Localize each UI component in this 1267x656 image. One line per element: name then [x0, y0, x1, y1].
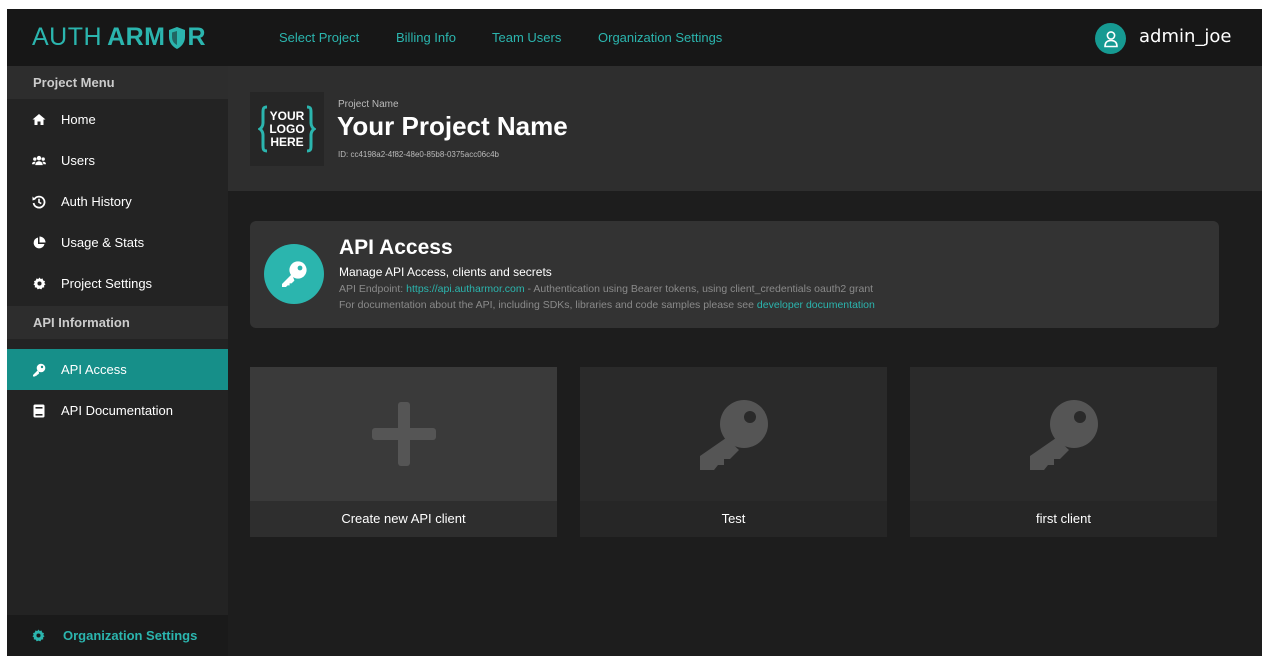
sidebar-item-usage-stats[interactable]: Usage & Stats — [7, 222, 228, 263]
sidebar-item-label: Users — [61, 153, 95, 168]
plus-icon — [371, 402, 436, 466]
client-card-art — [580, 367, 887, 501]
sidebar-item-project-settings[interactable]: Project Settings — [7, 263, 228, 304]
top-navigation-bar: AUTH ARM R Select Project Billing Info Te… — [7, 9, 1262, 66]
logo-line-2: LOGO — [269, 122, 304, 136]
client-card-label: Test — [580, 501, 887, 537]
api-client-card-test[interactable]: Test — [580, 367, 887, 537]
sidebar-item-label: Auth History — [61, 194, 132, 209]
api-access-title: API Access — [339, 236, 453, 259]
api-client-card-first-client[interactable]: first client — [910, 367, 1217, 537]
sidebar-item-label: Home — [61, 112, 96, 127]
sidebar-item-home[interactable]: Home — [7, 99, 228, 140]
history-icon — [32, 195, 46, 209]
client-card-art — [910, 367, 1217, 501]
nav-billing-info[interactable]: Billing Info — [396, 30, 456, 45]
sidebar: Project Menu Home Users Auth History Usa… — [7, 66, 228, 656]
auth-armor-logo[interactable]: AUTH ARM R — [32, 22, 206, 52]
user-avatar[interactable] — [1095, 23, 1126, 54]
api-access-subtitle: Manage API Access, clients and secrets — [339, 265, 552, 279]
key-icon — [282, 261, 307, 287]
api-access-badge — [264, 244, 324, 304]
sidebar-item-label: API Documentation — [61, 403, 174, 418]
sidebar-item-api-access[interactable]: API Access — [7, 349, 228, 390]
users-icon — [32, 154, 46, 168]
book-icon — [32, 404, 46, 418]
sidebar-item-api-documentation[interactable]: API Documentation — [7, 390, 228, 431]
api-endpoint-description: - Authentication using Bearer tokens, us… — [527, 283, 874, 295]
client-card-art — [250, 367, 557, 501]
nav-select-project[interactable]: Select Project — [279, 30, 359, 45]
key-icon — [1029, 400, 1098, 470]
logo-text-auth: AUTH — [32, 22, 103, 51]
project-title: Your Project Name — [337, 111, 568, 141]
developer-documentation-link[interactable]: developer documentation — [757, 299, 875, 311]
logo-text-armor: ARM R — [107, 22, 207, 51]
api-endpoint-prefix: API Endpoint: — [339, 283, 404, 295]
nav-team-users[interactable]: Team Users — [492, 30, 561, 45]
project-id: ID: cc4198a2-4f82-48e0-85b8-0375acc06c4b — [338, 150, 500, 159]
app-window: AUTH ARM R Select Project Billing Info Te… — [7, 9, 1262, 656]
sidebar-item-label: Project Settings — [61, 276, 153, 291]
api-endpoint-line: API Endpoint: https://api.autharmor.com … — [339, 283, 873, 295]
sidebar-header-api-information: API Information — [7, 306, 228, 339]
gear-icon — [32, 277, 46, 291]
home-icon — [32, 113, 46, 127]
nav-organization-settings[interactable]: Organization Settings — [598, 30, 722, 45]
client-card-label: Create new API client — [250, 501, 557, 537]
project-header: YOUR LOGO HERE Project Name Your Project… — [228, 66, 1262, 191]
shield-icon — [168, 26, 185, 49]
user-name[interactable]: admin_joe — [1139, 26, 1232, 47]
gear-icon — [32, 629, 46, 643]
logo-line-3: HERE — [270, 135, 303, 149]
key-icon — [699, 400, 768, 470]
user-icon — [1103, 30, 1118, 47]
sidebar-item-auth-history[interactable]: Auth History — [7, 181, 228, 222]
logo-placeholder-image: YOUR LOGO HERE — [258, 105, 316, 153]
sidebar-item-organization-settings[interactable]: Organization Settings — [7, 615, 228, 656]
project-name-label: Project Name — [338, 99, 399, 110]
sidebar-item-label: API Access — [61, 362, 127, 377]
api-documentation-line: For documentation about the API, includi… — [339, 299, 875, 311]
sidebar-header-project-menu: Project Menu — [7, 66, 228, 99]
api-access-card: API Access Manage API Access, clients an… — [250, 221, 1219, 328]
sidebar-item-users[interactable]: Users — [7, 140, 228, 181]
key-icon — [32, 363, 46, 377]
sidebar-item-label: Usage & Stats — [61, 235, 145, 250]
api-endpoint-link[interactable]: https://api.autharmor.com — [406, 283, 524, 295]
api-doc-prefix: For documentation about the API, includi… — [339, 299, 754, 311]
logo-line-1: YOUR — [270, 109, 305, 123]
sidebar-item-label: Organization Settings — [63, 628, 198, 643]
create-api-client-card[interactable]: Create new API client — [250, 367, 557, 537]
project-logo[interactable]: YOUR LOGO HERE — [250, 92, 324, 166]
pie-chart-icon — [32, 236, 46, 250]
client-card-label: first client — [910, 501, 1217, 537]
